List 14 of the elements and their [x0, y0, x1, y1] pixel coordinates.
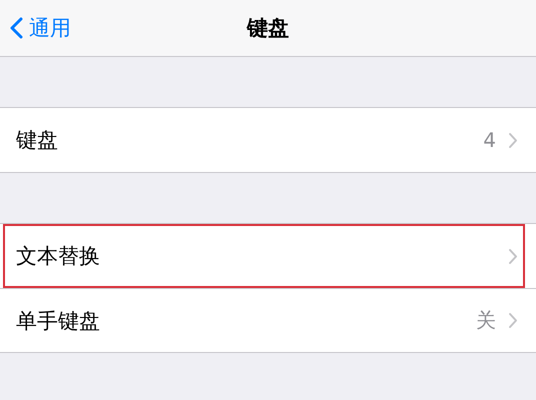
- settings-row[interactable]: 键盘 4: [0, 108, 536, 172]
- page-title: 键盘: [247, 15, 289, 42]
- row-label: 单手键盘: [16, 308, 101, 334]
- row-value: 4: [483, 128, 496, 152]
- back-chevron-icon: [10, 17, 23, 39]
- chevron-icon: [508, 312, 518, 329]
- chevron-icon: [508, 132, 518, 148]
- highlighted-settings-row[interactable]: 文本替换: [3, 224, 525, 288]
- row-value: 关: [476, 307, 496, 334]
- row-label: 键盘: [16, 127, 59, 154]
- chevron-icon: [508, 248, 518, 264]
- settings-row[interactable]: 单手键盘 关: [0, 288, 536, 352]
- row-label: 文本替换: [16, 243, 101, 270]
- back-button[interactable]: 通用: [8, 10, 73, 46]
